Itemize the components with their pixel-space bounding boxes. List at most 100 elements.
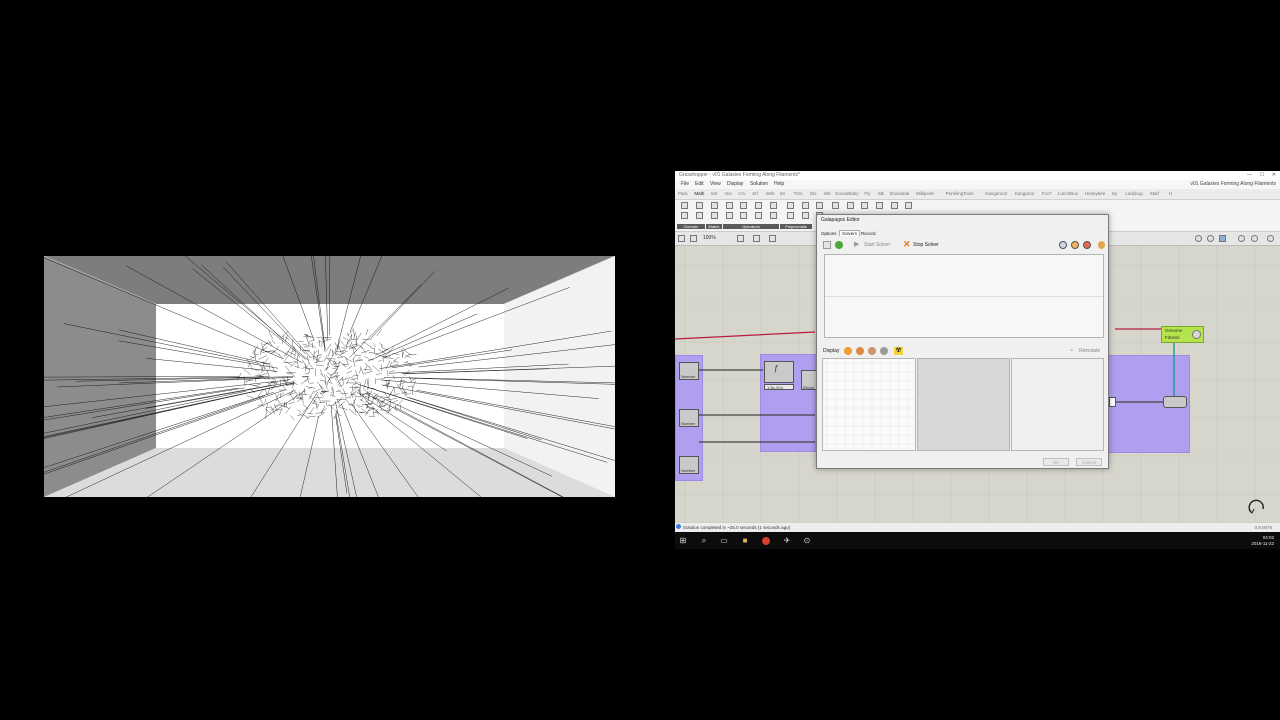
component-icon[interactable] [861,202,868,209]
tab-set[interactable]: Set [711,191,718,196]
component-icon[interactable] [787,212,794,219]
canvas-options-icon[interactable] [1267,235,1274,242]
component-icon[interactable] [755,212,762,219]
tab-ladybug[interactable]: Ladybug [1125,191,1142,196]
tab-math[interactable]: Math [694,191,704,196]
display-tan-icon[interactable] [868,347,876,355]
menu-help[interactable]: Help [774,181,784,187]
component-icon[interactable] [726,212,733,219]
menu-view[interactable]: View [710,181,721,187]
component-icon[interactable] [740,202,747,209]
genome-egg-icon[interactable] [1098,241,1105,249]
grasshopper-icon[interactable]: ✈ [783,537,791,545]
minimize-button[interactable]: — [1247,172,1252,178]
tab-trns[interactable]: Trns [794,191,803,196]
ok-button[interactable]: OK [1043,458,1069,466]
tab-kangaroo2[interactable]: Kangaroo2 [985,191,1007,196]
open-file-icon[interactable] [678,235,685,242]
settings-icon[interactable]: ⊙ [803,537,811,545]
component-icon[interactable] [681,212,688,219]
component-icon[interactable] [681,202,688,209]
start-solver-button[interactable]: Start Solver [864,242,890,248]
component-icon[interactable] [696,212,703,219]
ribbon-group-polynomials[interactable]: Polynomials [780,224,812,229]
component-icon[interactable] [770,212,777,219]
preview-selected-icon[interactable] [1219,235,1226,242]
tab-honeybee[interactable]: Honeybee [1085,191,1106,196]
zoom-extents-icon[interactable] [737,235,744,242]
tab-srf[interactable]: Srf [752,191,758,196]
component-icon[interactable] [755,202,762,209]
close-button[interactable]: ✕ [1272,172,1276,178]
component-icon[interactable] [787,202,794,209]
component-icon[interactable] [711,212,718,219]
ribbon-group-operators[interactable]: Operators [723,224,779,229]
clock-solver-icon[interactable] [1059,241,1067,249]
tab-h[interactable]: H [1169,191,1172,196]
tab-showdeal[interactable]: Showdeal [889,191,909,196]
menu-file[interactable]: File [681,181,689,187]
tab-vec[interactable]: Vec [725,191,733,196]
rhino-3d-viewport[interactable] [44,256,615,497]
evolutionary-icon[interactable] [1071,241,1079,249]
reinstate-button[interactable]: Reinstate [1079,348,1100,354]
menu-solution[interactable]: Solution [750,181,768,187]
tab-int[interactable]: Int [780,191,785,196]
tab-millipede[interactable]: Millipede [916,191,934,196]
windows-start-icon[interactable]: ⊞ [679,537,687,545]
tab-record[interactable]: Record [861,231,876,236]
elbow-node[interactable]: Elbow [801,370,817,390]
file-explorer-icon[interactable]: ■ [741,537,749,545]
preview-mesh-icon[interactable] [1238,235,1245,242]
galapagos-genome-node[interactable]: Genome Fitness [1161,326,1204,343]
component-icon[interactable] [711,202,718,209]
component-icon[interactable] [802,212,809,219]
component-icon[interactable] [832,202,839,209]
tab-starf[interactable]: Starf [1150,191,1160,196]
tab-fox7[interactable]: Fox7 [1042,191,1052,196]
display-amber-icon[interactable] [856,347,864,355]
menu-display[interactable]: Display [727,181,743,187]
cancel-button[interactable]: Cancel [1076,458,1102,466]
tab-para[interactable]: Para [678,191,688,196]
component-icon[interactable] [726,202,733,209]
tab-mk[interactable]: Mk [878,191,884,196]
component-icon[interactable] [740,212,747,219]
ribbon-group-matrix[interactable]: Matrix [706,224,722,229]
display-orange-icon[interactable] [844,347,852,355]
preview-eye-icon[interactable] [753,235,760,242]
number-param-node[interactable]: Number [679,362,699,380]
task-view-icon[interactable]: ▭ [720,537,728,545]
tab-solvers[interactable]: Solvers [839,230,861,236]
display-grey-icon[interactable] [880,347,888,355]
slider-value[interactable]: 1.5e-004 [764,384,794,390]
tab-goosebaby[interactable]: GooseBaby [835,191,859,196]
component-icon[interactable] [891,202,898,209]
tab-msh[interactable]: Msh [766,191,775,196]
component-icon[interactable] [905,202,912,209]
chrome-icon[interactable] [762,537,770,545]
fitness-output-node[interactable] [1163,396,1187,408]
tab-fly[interactable]: Fly [864,191,870,196]
component-icon[interactable] [816,202,823,209]
tab-ivy[interactable]: Ivy [1112,191,1118,196]
number-param-node-2[interactable]: Number [679,409,699,427]
tab-kangaroo[interactable]: Kangaroo [1015,191,1035,196]
number-param-node-3[interactable]: Number [679,456,699,474]
radioactive-icon[interactable]: ☢ [894,347,903,355]
preview-wire-icon[interactable] [1195,235,1202,242]
component-icon[interactable] [847,202,854,209]
input-param-node[interactable] [1109,397,1116,407]
preview-shaded-icon[interactable] [1207,235,1214,242]
component-icon[interactable] [770,202,777,209]
component-icon[interactable] [696,202,703,209]
save-file-icon[interactable] [690,235,697,242]
tab-lunchbox[interactable]: LunchBox [1058,191,1078,196]
component-icon[interactable] [876,202,883,209]
sketch-icon[interactable] [769,235,776,242]
annealing-icon[interactable] [1083,241,1091,249]
search-icon[interactable]: ⌕ [700,537,708,545]
tab-options[interactable]: Options [821,231,837,236]
graph-icon[interactable] [823,241,831,249]
tab-panelingtools[interactable]: PanelingTools [946,191,974,196]
